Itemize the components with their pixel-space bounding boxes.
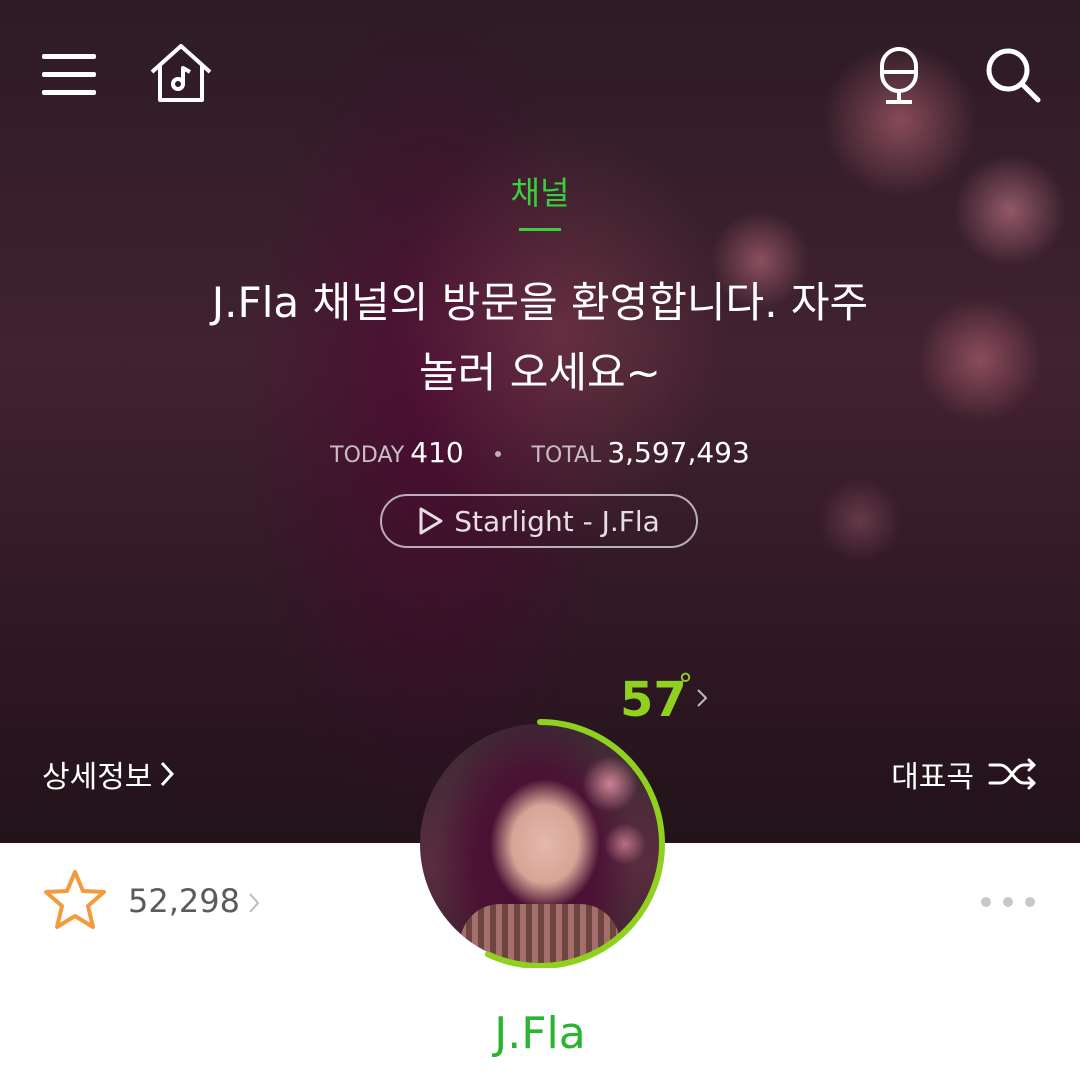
visitor-stats: TODAY 410 TOTAL 3,597,493	[0, 436, 1080, 469]
chevron-right-icon	[249, 893, 260, 913]
artist-name: J.Fla	[494, 1008, 586, 1059]
representative-songs-link[interactable]: 대표곡	[891, 752, 1038, 796]
welcome-message: J.Fla 채널의 방문을 환영합니다. 자주 놀러 오세요~	[140, 268, 940, 408]
welcome-line-2: 놀러 오세요~	[419, 348, 661, 397]
music-home-icon[interactable]	[148, 42, 214, 104]
total-label: TOTAL	[531, 443, 602, 468]
chevron-right-icon	[161, 761, 175, 787]
play-icon	[419, 507, 443, 535]
detail-info-label: 상세정보	[42, 760, 153, 795]
total-count: 3,597,493	[607, 436, 750, 469]
channel-underline	[519, 228, 561, 231]
detail-info-link[interactable]: 상세정보	[42, 752, 175, 796]
play-song-button[interactable]: Starlight - J.Fla	[380, 494, 698, 548]
today-count: 410	[410, 436, 464, 469]
star-icon[interactable]	[42, 868, 108, 932]
shuffle-icon	[988, 758, 1036, 790]
search-icon[interactable]	[984, 46, 1042, 104]
song-title: Starlight - J.Fla	[454, 504, 660, 538]
microphone-icon[interactable]	[876, 44, 922, 106]
menu-icon[interactable]	[42, 52, 96, 96]
chevron-right-icon	[697, 689, 708, 707]
more-options-icon[interactable]	[980, 896, 1036, 908]
temperature-ring	[416, 719, 665, 968]
artist-avatar-with-temperature-ring[interactable]	[416, 712, 672, 968]
separator-dot	[494, 451, 501, 457]
channel-label: 채널	[510, 174, 570, 212]
representative-songs-label: 대표곡	[891, 760, 974, 795]
temperature-degree: °	[678, 668, 693, 703]
today-label: TODAY	[330, 443, 405, 468]
welcome-line-1: J.Fla 채널의 방문을 환영합니다. 자주	[211, 278, 869, 327]
fan-count[interactable]: 52,298	[128, 882, 240, 920]
